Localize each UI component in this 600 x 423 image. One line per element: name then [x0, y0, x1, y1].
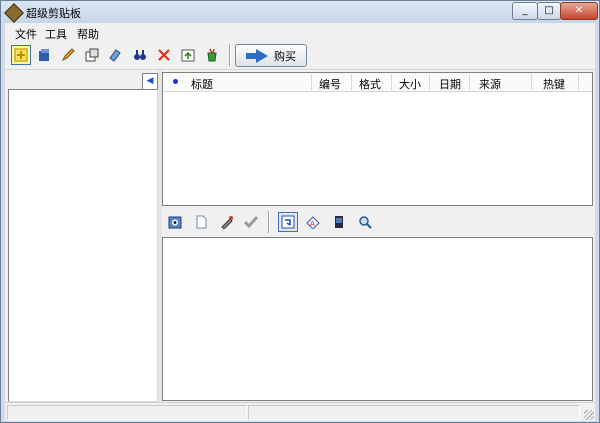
camera-icon[interactable] — [166, 213, 184, 231]
magnifier-icon[interactable] — [356, 213, 374, 231]
app-logo-icon — [4, 3, 24, 23]
resize-grip-icon[interactable] — [584, 410, 594, 420]
check-icon[interactable] — [242, 213, 260, 231]
column-divider[interactable] — [578, 74, 579, 90]
box-icon[interactable] — [35, 46, 53, 64]
collapse-arrow-icon[interactable]: ◀ — [142, 73, 158, 90]
buy-label: 购买 — [274, 49, 296, 63]
binoculars-icon[interactable] — [131, 46, 149, 64]
column-divider[interactable] — [351, 74, 352, 90]
arrow-right-icon — [246, 48, 268, 63]
minimize-button[interactable]: _ — [512, 2, 538, 20]
preview-pane[interactable] — [162, 237, 593, 401]
status-cell — [248, 405, 580, 420]
cup-icon[interactable] — [203, 46, 221, 64]
svg-text:A: A — [310, 220, 315, 228]
toolbar-separator — [268, 211, 270, 233]
column-divider[interactable] — [391, 74, 392, 90]
properties-icon[interactable] — [83, 46, 101, 64]
main-toolbar: 购买 — [5, 41, 595, 70]
column-hotkey[interactable]: 热键 — [543, 76, 565, 92]
status-dot-icon — [173, 79, 178, 84]
main-content: ◀ 标题 编号 格式 大小 日期 来源 热键 A — [5, 70, 595, 402]
column-number[interactable]: 编号 — [319, 76, 341, 92]
tools-icon[interactable] — [218, 213, 236, 231]
category-tree[interactable] — [8, 89, 158, 402]
buy-button[interactable]: 购买 — [235, 44, 307, 67]
column-format[interactable]: 格式 — [359, 76, 381, 92]
paste-into-icon[interactable] — [278, 212, 298, 232]
clip-list[interactable]: 标题 编号 格式 大小 日期 来源 热键 — [162, 72, 593, 206]
pencil-icon[interactable] — [59, 46, 77, 64]
column-date[interactable]: 日期 — [439, 76, 461, 92]
menu-tools[interactable]: 工具 — [45, 26, 67, 42]
brush-icon[interactable] — [107, 46, 125, 64]
column-title[interactable]: 标题 — [191, 76, 213, 92]
status-cell — [7, 405, 247, 420]
column-divider[interactable] — [429, 74, 430, 90]
document-icon[interactable] — [192, 213, 210, 231]
preview-toolbar: A — [162, 208, 591, 236]
menu-file[interactable]: 文件 — [15, 26, 37, 42]
delete-icon[interactable] — [155, 46, 173, 64]
close-button[interactable]: ✕ — [560, 2, 598, 20]
window-title: 超级剪贴板 — [26, 7, 81, 20]
list-header: 标题 编号 格式 大小 日期 来源 热键 — [163, 73, 592, 92]
column-source[interactable]: 来源 — [479, 76, 501, 92]
new-clip-icon[interactable] — [11, 45, 31, 65]
column-divider[interactable] — [531, 74, 532, 90]
maximize-button[interactable]: □ — [537, 2, 561, 20]
toolbar-separator — [229, 44, 231, 66]
export-icon[interactable] — [179, 46, 197, 64]
text-format-icon[interactable]: A — [304, 213, 322, 231]
column-divider[interactable] — [311, 74, 312, 90]
menu-bar: 文件 工具 帮助 — [5, 23, 595, 41]
status-bar — [5, 402, 595, 421]
menu-help[interactable]: 帮助 — [77, 26, 99, 42]
title-bar[interactable]: 超级剪贴板 _ □ ✕ — [1, 1, 599, 23]
app-window: 超级剪贴板 _ □ ✕ 文件 工具 帮助 购买 ◀ 标题 编号 格式 大小 日期… — [0, 0, 600, 423]
column-size[interactable]: 大小 — [399, 76, 421, 92]
column-divider[interactable] — [469, 74, 470, 90]
book-icon[interactable] — [330, 213, 348, 231]
